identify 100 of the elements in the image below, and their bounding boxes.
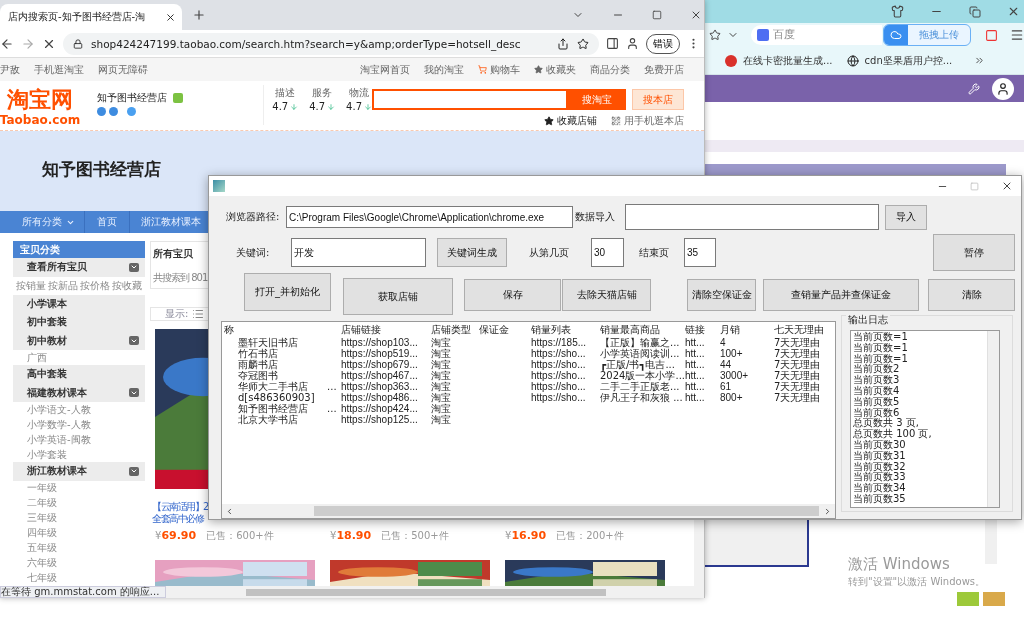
table-cell-text: https://shop103... [340, 337, 419, 348]
favorite-shop-link[interactable]: 收藏店铺 [544, 114, 597, 128]
category-header[interactable]: 高中套装 [13, 365, 145, 384]
bookmark[interactable]: 在线卡密批量生成... [743, 54, 833, 67]
column-header[interactable]: 月销 [718, 322, 772, 337]
pause-button[interactable]: 暂停 [933, 234, 1015, 271]
category-header[interactable]: 初中套装 [13, 313, 145, 332]
table-cell-text: https://shop467... [340, 370, 419, 381]
field-label: 从第几页 [529, 245, 570, 260]
category-item[interactable]: 二年级 [13, 495, 145, 511]
column-header[interactable]: 称 [222, 322, 339, 337]
table-cell-text: 7天无理由 [773, 392, 822, 403]
category-header[interactable]: 小学课本 [13, 294, 145, 313]
site-link[interactable]: 尹敌 [0, 62, 20, 77]
browser-path-field[interactable]: C:\Program Files\Google\Chrome\Application\chrome.exe [286, 206, 573, 228]
column-header[interactable]: 店铺类型 [429, 322, 477, 337]
site-link[interactable]: 免费开店 [644, 62, 684, 77]
site-link[interactable]: 手机逛淘宝 [34, 62, 84, 77]
table-cell-text: htt... [684, 359, 706, 370]
product-price: ¥16.90 [505, 529, 547, 543]
category-header[interactable]: 查看所有宝贝 [13, 258, 145, 277]
rating-label: 描述 [275, 87, 296, 99]
category-item[interactable]: 广西 [13, 350, 145, 365]
sort-link[interactable]: 按价格 [80, 279, 110, 292]
search-field[interactable]: 百度 [751, 25, 882, 45]
table-cell-text: htt... [684, 337, 706, 348]
field-label: 结束页 [639, 245, 670, 260]
table-cell-text: 淘宝 [430, 381, 452, 392]
table-cell-text: 竹石书店 [237, 348, 278, 359]
activation-hint: 转到"设置"以激活 Windows。 [848, 576, 986, 588]
table-cell-text: 墨轩天旧书店 [237, 337, 299, 348]
end-page-field[interactable]: 35 [684, 238, 716, 267]
log-line: 当前页数32 [853, 461, 906, 473]
action-button[interactable]: 获取店铺 [343, 278, 453, 315]
category-item[interactable]: 三年级 [13, 510, 145, 526]
table-cell-text: 伊凡王子和灰狼 ... [599, 392, 683, 403]
site-link[interactable]: 我的淘宝 [424, 62, 464, 77]
column-header[interactable]: 保证金 [477, 322, 529, 337]
action-button[interactable]: 保存 [464, 279, 561, 311]
action-button[interactable]: 清除 [928, 279, 1015, 311]
category-item[interactable]: 七年级 [13, 570, 145, 586]
table-cell-text: 夺冠图书 [237, 370, 279, 381]
column-header[interactable]: 七天无理由 [772, 322, 835, 337]
keyword-field[interactable]: 开发 [291, 238, 426, 267]
profile-button[interactable]: 错误 [646, 33, 680, 54]
section-title: 所有宝贝 [153, 248, 193, 260]
nav-item[interactable]: 首页 [85, 211, 130, 233]
bookmark[interactable]: cdn坚果盾用户控... [864, 54, 953, 67]
sort-link[interactable]: 按销量 [16, 279, 46, 292]
log-line: 当前页数31 [853, 450, 906, 461]
category-item[interactable]: 小学英语-闽教 [13, 432, 145, 447]
table-cell-text: 淘宝 [430, 359, 452, 370]
column-header[interactable]: 销量最高商品 [598, 322, 683, 337]
product-title[interactable]: 全套高中必修 [152, 513, 203, 525]
nav-item[interactable]: 所有分类 [13, 211, 85, 233]
address-bar[interactable]: shop424247199.taobao.com/search.htm?search=y&amp;orderType=hotsell_desc [63, 32, 599, 55]
column-header[interactable]: 销量列表 [529, 322, 598, 337]
site-link[interactable]: 收藏夹 [534, 62, 576, 77]
column-header[interactable]: 店铺链接 [339, 322, 429, 337]
import-button[interactable]: 导入 [885, 204, 927, 230]
log-box[interactable]: 当前页数=1 当前页数=1 当前页数=1 当前页数2 当前页数3 当前页数4 当前页数5 当前页数6 总页数共 3 页, 总页数共 100 页, 当前页数30 当前页数31 当前页数32 当前页数33 当前页数34 当前页数35 [850, 330, 1000, 508]
log-line: 当前页数5 [853, 396, 900, 407]
table-cell-text: 800+ [719, 392, 744, 403]
table-cell-text: 淘宝 [430, 403, 452, 414]
keyword-generate-button[interactable]: 关键词生成 [437, 238, 507, 267]
category-item[interactable]: 五年级 [13, 540, 145, 556]
table-cell-text: 二手二手正版老... [599, 381, 681, 392]
table-cell-text: htt... [684, 392, 706, 403]
product-title[interactable]: 【云南适用】2 [152, 501, 208, 513]
category-item[interactable]: 小学套装 [13, 447, 145, 462]
action-button[interactable]: 打开_并初始化 [244, 273, 331, 311]
start-page-field[interactable]: 30 [591, 238, 624, 267]
category-item[interactable]: 小学数学-人教 [13, 417, 145, 432]
column-header[interactable]: 链接 [683, 322, 718, 337]
action-button[interactable]: 查销量产品并查保证金 [763, 279, 919, 311]
log-line: 当前页数34 [853, 483, 906, 494]
browser-tab[interactable]: 店内搜索页-知予图书经营店-淘 [0, 4, 182, 30]
shop-name[interactable]: 知予图书经营店 [97, 92, 167, 104]
site-link[interactable]: 网页无障碍 [98, 62, 148, 77]
category-header[interactable]: 浙江教材课本 [13, 462, 145, 481]
log-line: 当前页数=1 [853, 353, 908, 365]
rating-score: 4.7 [272, 101, 289, 113]
category-item[interactable]: 六年级 [13, 555, 145, 571]
category-item[interactable]: 小学语文-人教 [13, 402, 145, 417]
site-link[interactable]: 淘宝网首页 [360, 62, 410, 77]
table-cell-text: 淘宝 [430, 348, 452, 359]
site-link[interactable]: 商品分类 [590, 62, 630, 77]
log-line: 当前页数4 [853, 386, 900, 396]
action-button[interactable]: 去除天猫店铺 [562, 279, 651, 311]
sort-link[interactable]: 按收藏 [112, 279, 142, 292]
category-item[interactable]: 四年级 [13, 525, 145, 541]
site-link[interactable]: 购物车 [478, 62, 520, 77]
result-count: 共搜索到 801 [153, 272, 208, 284]
table-cell-text: 淘宝 [430, 414, 452, 425]
category-item[interactable]: 一年级 [13, 480, 145, 496]
table-cell-text: 小学英语阅读训... [599, 348, 681, 359]
action-button[interactable]: 清除空保证金 [687, 279, 756, 311]
mobile-shop-link[interactable]: 用手机逛本店 [611, 114, 684, 128]
banner-title: 知予图书经营店 [42, 159, 161, 179]
sort-link[interactable]: 按新品 [48, 279, 78, 292]
